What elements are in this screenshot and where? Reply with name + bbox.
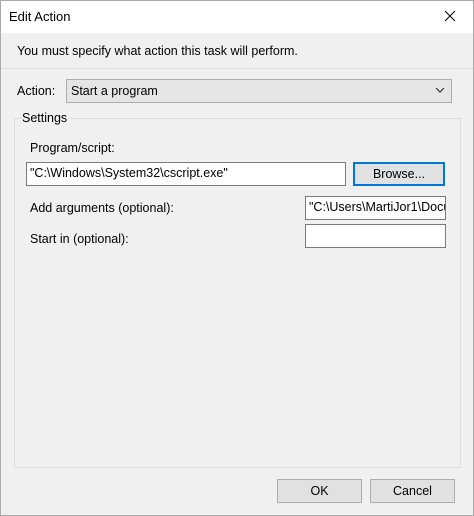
chevron-down-icon	[435, 87, 445, 93]
window-title: Edit Action	[9, 9, 71, 24]
start-in-input[interactable]	[305, 224, 446, 248]
ok-button[interactable]: OK	[277, 479, 362, 503]
close-icon	[444, 10, 456, 22]
instruction-text: You must specify what action this task w…	[17, 44, 298, 58]
cancel-button[interactable]: Cancel	[370, 479, 455, 503]
action-dropdown[interactable]: Start a program	[66, 79, 452, 103]
program-script-label: Program/script:	[30, 141, 115, 155]
close-button[interactable]	[427, 1, 473, 31]
edit-action-dialog: Edit Action You must specify what action…	[0, 0, 474, 516]
instruction-band: You must specify what action this task w…	[1, 33, 473, 69]
title-bar: Edit Action	[1, 1, 473, 33]
add-arguments-label: Add arguments (optional):	[30, 201, 174, 215]
settings-legend: Settings	[21, 111, 71, 125]
start-in-label: Start in (optional):	[30, 232, 129, 246]
add-arguments-input[interactable]: "C:\Users\MartiJor1\Documents\	[305, 196, 446, 220]
program-script-input[interactable]: "C:\Windows\System32\cscript.exe"	[26, 162, 346, 186]
action-selected-value: Start a program	[71, 84, 158, 98]
action-label: Action:	[17, 84, 56, 98]
browse-button[interactable]: Browse...	[353, 162, 445, 186]
